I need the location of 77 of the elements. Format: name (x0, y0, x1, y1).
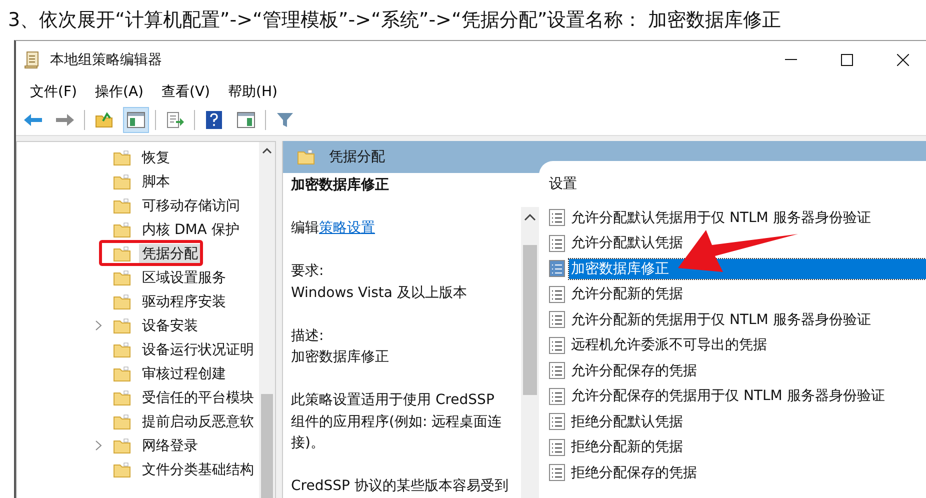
description-text: 加密数据库修正 (291, 348, 390, 367)
setting-item[interactable]: 允许分配保存的凭据 (569, 360, 699, 381)
tree-item[interactable]: 恢复 (139, 148, 173, 168)
setting-item[interactable]: 加密数据库修正 (569, 258, 926, 279)
folder-icon (113, 222, 131, 238)
setting-item[interactable]: 允许分配默认凭据用于仅 NTLM 服务器身份验证 (569, 208, 873, 228)
menu-item[interactable]: 文件(F) (22, 81, 85, 103)
policy-list-icon (549, 438, 565, 456)
setting-item[interactable]: 允许分配新的凭据 (569, 284, 685, 304)
tree-item[interactable]: 网络登录 (139, 436, 201, 456)
setting-item[interactable]: 拒绝分配保存的凭据 (569, 462, 699, 483)
folder-icon (113, 150, 131, 166)
column-header: 设置 (548, 175, 578, 194)
menu-item[interactable]: 操作(A) (86, 81, 152, 103)
policy-list-icon (549, 260, 565, 278)
setting-item[interactable]: 拒绝分配新的凭据 (569, 437, 685, 458)
folder-icon (297, 149, 315, 165)
folder-icon (113, 318, 131, 334)
setting-item[interactable]: 拒绝分配默认凭据 (569, 412, 685, 432)
folder-icon (113, 198, 131, 214)
folder-icon (113, 462, 131, 478)
caption-text: 3、依次展开“计算机配置”->“管理模板”->“系统”->“凭据分配”设置名称： 加密数据库修正 (7, 8, 782, 33)
setting-item[interactable]: 允许分配新的凭据用于仅 NTLM 服务器身份验证 (569, 310, 873, 330)
close-icon (897, 54, 909, 66)
expand-chevron-icon[interactable] (95, 440, 102, 451)
scrollbar-thumb[interactable] (261, 394, 273, 498)
pane-header-title: 凭据分配 (329, 148, 385, 166)
description-text: 此策略设置适用于使用 CredSSP 组件的应用程序(例如: 远程桌面连接)。 (291, 391, 503, 453)
menu-item[interactable]: 帮助(H) (220, 81, 286, 103)
folder-icon (113, 246, 131, 262)
setting-item[interactable]: 允许分配默认凭据 (569, 233, 685, 254)
folder-icon (113, 414, 131, 430)
tree-item[interactable]: 审核过程创建 (139, 364, 229, 384)
folder-icon (113, 438, 131, 454)
window-title: 本地组策略编辑器 (50, 51, 163, 69)
scroll-document-icon (24, 51, 40, 69)
tree-item[interactable]: 受信任的平台模块 (139, 388, 257, 408)
policy-list-icon (549, 336, 565, 354)
description-text: CredSSP 协议的某些版本容易受到 (291, 477, 510, 496)
policy-heading: 加密数据库修正 (291, 176, 390, 195)
tree-item[interactable]: 可移动存储访问 (139, 196, 243, 216)
edit-label: 编辑 (291, 220, 319, 236)
policy-list-icon (549, 209, 565, 226)
folder-icon (113, 270, 131, 286)
requirement-text: Windows Vista 及以上版本 (291, 284, 468, 302)
tree-item[interactable]: 驱动程序安装 (139, 292, 229, 312)
setting-item[interactable]: 允许分配保存的凭据用于仅 NTLM 服务器身份验证 (569, 386, 887, 406)
tree-item[interactable]: 文件分类基础结构 (139, 460, 257, 480)
panel-toggle-icon[interactable] (123, 107, 149, 133)
tree-item[interactable]: 脚本 (139, 172, 173, 192)
policy-list-icon (549, 362, 565, 380)
folder-icon (113, 390, 131, 406)
policy-list-icon (549, 413, 565, 430)
folder-icon (113, 366, 131, 382)
description-label: 描述: (291, 326, 325, 346)
tree-item[interactable]: 内核 DMA 保护 (139, 220, 242, 240)
policy-list-icon (549, 464, 565, 482)
folder-icon (113, 342, 131, 358)
folder-icon (113, 174, 131, 190)
expand-chevron-icon[interactable] (95, 320, 102, 331)
policy-list-icon (549, 234, 565, 252)
tree-item[interactable]: 设备运行状况证明 (139, 340, 257, 360)
tree-item[interactable]: 区域设置服务 (139, 268, 229, 288)
menu-item[interactable]: 查看(V) (154, 81, 218, 103)
tree-item[interactable]: 设备安装 (139, 316, 201, 336)
policy-list-icon (549, 311, 565, 328)
maximize-icon (841, 54, 853, 66)
scrollbar-thumb[interactable] (523, 245, 537, 395)
setting-item[interactable]: 远程机允许委派不可导出的凭据 (569, 335, 769, 356)
requirement-label: 要求: (291, 262, 325, 281)
tree-item[interactable]: 凭据分配 (139, 244, 201, 264)
minimize-icon (785, 59, 797, 61)
policy-settings-link[interactable]: 策略设置 (319, 220, 375, 236)
policy-list-icon (549, 388, 565, 405)
tree-item[interactable]: 提前启动反恶意软 (139, 412, 257, 432)
folder-icon (113, 294, 131, 310)
policy-list-icon (549, 286, 565, 303)
